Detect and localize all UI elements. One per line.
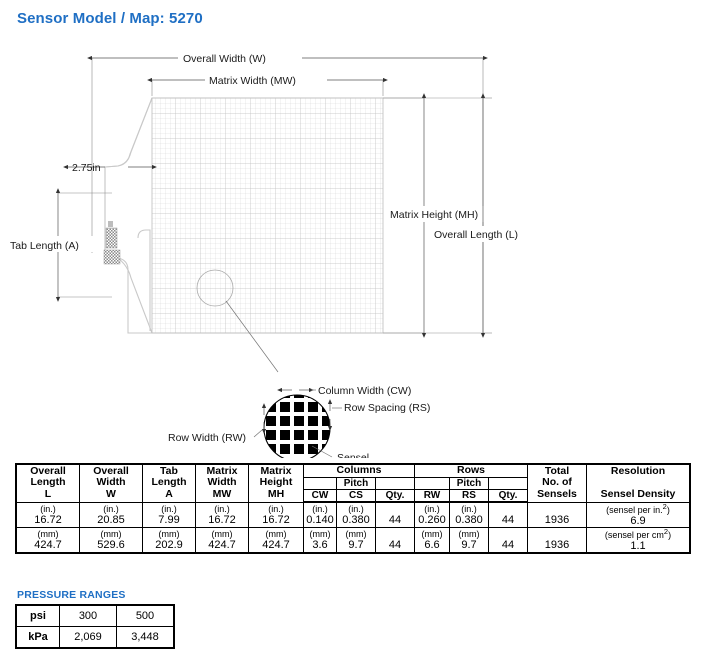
spec-subheader-cqty-blank <box>375 476 415 490</box>
spec-subheader-cw-blank <box>303 476 337 490</box>
label-sensel: Sensel <box>337 452 369 458</box>
spec-subheader-cs: CS <box>336 488 376 504</box>
pressure-psi-value-1: 300 <box>59 604 117 627</box>
spec-header-group-row: Overall Length L Overall Width W Tab Len… <box>15 462 691 503</box>
cell-rows-qty-in: 44 <box>488 501 528 529</box>
spec-col-header-total-sensels: Total No. of Sensels <box>527 462 587 503</box>
pressure-row-label-psi: psi <box>15 604 60 627</box>
cell-cs-in: (in.) 0.380 <box>336 501 376 529</box>
cell-matrix-height-mm: (mm) 424.7 <box>248 527 304 555</box>
spec-table: Overall Length L Overall Width W Tab Len… <box>15 462 691 555</box>
spec-col-header-resolution: Resolution Sensel Density <box>586 462 691 503</box>
page-title: Sensor Model / Map: 5270 <box>17 10 203 27</box>
spec-subheader-cw: CW <box>303 488 337 504</box>
label-matrix-width: Matrix Width (MW) <box>209 75 296 87</box>
cell-overall-length-mm: (mm) 424.7 <box>15 527 80 555</box>
label-overall-length: Overall Length (L) <box>434 229 518 241</box>
pressure-row-label-kpa: kPa <box>15 626 60 649</box>
spec-col-header-matrix-width: Matrix Width MW <box>195 462 249 503</box>
table-row: (mm) 424.7 (mm) 529.6 (mm) 202.9 (mm) 42… <box>15 527 691 555</box>
unit-sensel-per-sq-in: (sensel per in.2) <box>606 501 670 515</box>
cell-tab-length-in: (in.) 7.99 <box>142 501 196 529</box>
pressure-table: psi 300 500 kPa 2,069 3,448 <box>15 604 175 649</box>
cell-resolution-in: (sensel per in.2) 6.9 <box>586 501 691 529</box>
cell-matrix-height-in: (in.) 16.72 <box>248 501 304 529</box>
spec-col-header-overall-length: Overall Length L <box>15 462 80 503</box>
cell-cw-in: (in.) 0.140 <box>303 501 337 529</box>
cell-matrix-width-in: (in.) 16.72 <box>195 501 249 529</box>
cell-overall-length-in: (in.) 16.72 <box>15 501 80 529</box>
pressure-kpa-value-1: 2,069 <box>59 626 117 649</box>
spec-subheader-columns-qty: Qty. <box>375 488 415 504</box>
spec-subheader-rs: RS <box>449 488 489 504</box>
pressure-kpa-value-2: 3,448 <box>116 626 175 649</box>
cell-cs-mm: (mm) 9.7 <box>336 527 376 555</box>
cell-total-sensels-in: 1936 <box>527 501 587 529</box>
cell-columns-qty-mm: 44 <box>375 527 415 555</box>
cell-cw-mm: (mm) 3.6 <box>303 527 337 555</box>
spec-col-header-matrix-height: Matrix Height MH <box>248 462 304 503</box>
spec-col-header-tab-length: Tab Length A <box>142 462 196 503</box>
spec-subheader-rw-blank <box>414 476 450 490</box>
label-overall-width: Overall Width (W) <box>183 53 266 65</box>
label-matrix-height: Matrix Height (MH) <box>390 209 478 221</box>
table-row: (in.) 16.72 (in.) 20.85 (in.) 7.99 (in.)… <box>15 501 691 529</box>
label-tab-offset: 2.75in <box>72 162 101 174</box>
cell-overall-width-in: (in.) 20.85 <box>79 501 143 529</box>
cell-resolution-mm: (sensel per cm2) 1.1 <box>586 527 691 555</box>
sensor-matrix-grid <box>151 97 384 334</box>
magnified-view: Column Width (CW) Row Spacing (RS) Row W… <box>168 385 430 458</box>
cell-tab-length-mm: (mm) 202.9 <box>142 527 196 555</box>
label-tab-length: Tab Length (A) <box>10 240 79 252</box>
specifications-table: Overall Length L Overall Width W Tab Len… <box>15 462 691 555</box>
spec-subheader-rqty-blank <box>488 476 528 490</box>
cell-rs-in: (in.) 0.380 <box>449 501 489 529</box>
cell-rw-mm: (mm) 6.6 <box>414 527 450 555</box>
label-row-width: Row Width (RW) <box>168 432 246 444</box>
label-row-spacing: Row Spacing (RS) <box>344 402 430 414</box>
cell-overall-width-mm: (mm) 529.6 <box>79 527 143 555</box>
spec-subheader-rows-qty: Qty. <box>488 488 528 504</box>
cell-total-sensels-mm: 1936 <box>527 527 587 555</box>
cell-rows-qty-mm: 44 <box>488 527 528 555</box>
spec-subheader-cs-pitch: Pitch <box>336 476 376 490</box>
sensor-diagram: Overall Width (W) Matrix Width (MW) 2.75… <box>0 38 707 458</box>
spec-subheader-rs-pitch: Pitch <box>449 476 489 490</box>
cell-rw-in: (in.) 0.260 <box>414 501 450 529</box>
pressure-ranges-heading: PRESSURE RANGES <box>17 589 126 601</box>
label-column-width: Column Width (CW) <box>318 385 411 397</box>
unit-sensel-per-sq-cm: (sensel per cm2) <box>604 527 672 541</box>
spec-col-header-overall-width: Overall Width W <box>79 462 143 503</box>
table-row: kPa 2,069 3,448 <box>15 626 175 649</box>
dimension-tab-length: Tab Length (A) <box>8 188 112 302</box>
pressure-ranges-table: psi 300 500 kPa 2,069 3,448 <box>15 604 175 649</box>
table-row: psi 300 500 <box>15 604 175 627</box>
dimension-matrix-width: Matrix Width (MW) <box>147 72 388 96</box>
spec-subheader-rw: RW <box>414 488 450 504</box>
spec-group-header-columns: Columns <box>303 462 415 478</box>
cell-columns-qty-in: 44 <box>375 501 415 529</box>
spec-group-header-rows: Rows <box>414 462 528 478</box>
pressure-psi-value-2: 500 <box>116 604 175 627</box>
cell-rs-mm: (mm) 9.7 <box>449 527 489 555</box>
cell-matrix-width-mm: (mm) 424.7 <box>195 527 249 555</box>
